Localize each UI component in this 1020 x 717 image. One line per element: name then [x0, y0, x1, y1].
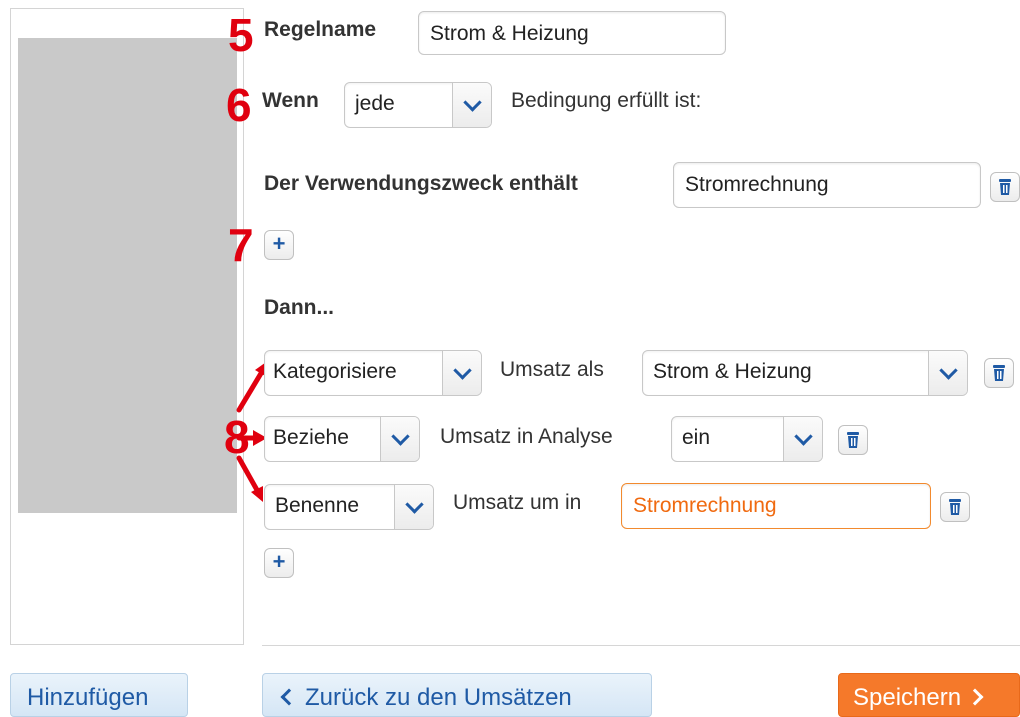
- marker-6: 6: [226, 79, 252, 131]
- action-verb-value: Kategorisiere: [273, 360, 397, 383]
- condition-mode-value: jede: [355, 92, 395, 115]
- chevron-down-icon[interactable]: [783, 417, 822, 461]
- marker-7: 7: [228, 219, 254, 271]
- add-condition-button[interactable]: +: [264, 230, 294, 260]
- trash-icon: [999, 179, 1011, 195]
- condition-mode-select[interactable]: jede: [344, 82, 492, 128]
- category-value: Strom & Heizung: [653, 360, 812, 383]
- trash-icon: [993, 365, 1005, 381]
- chevron-right-icon: [966, 688, 984, 706]
- rule-name-input[interactable]: Strom & Heizung: [418, 11, 726, 55]
- trash-icon: [949, 499, 961, 515]
- then-heading: Dann...: [264, 296, 335, 319]
- action-verb-select[interactable]: Kategorisiere: [264, 350, 482, 396]
- analysis-value: ein: [682, 426, 711, 449]
- marker-5: 5: [228, 9, 254, 61]
- plus-icon: +: [272, 549, 286, 574]
- chevron-down-icon[interactable]: [452, 83, 491, 127]
- condition-value-input[interactable]: Stromrechnung: [673, 162, 981, 208]
- add-button[interactable]: Hinzufügen: [10, 673, 188, 717]
- back-label: Zurück zu den Umsätzen: [305, 684, 572, 711]
- footer-divider: [262, 645, 1020, 646]
- category-select[interactable]: Strom & Heizung: [642, 350, 968, 396]
- trash-icon: [847, 432, 859, 448]
- delete-action-button[interactable]: [838, 425, 868, 455]
- chevron-left-icon: [280, 688, 298, 706]
- plus-icon: +: [272, 231, 286, 256]
- action-text: Umsatz um in: [453, 491, 582, 514]
- delete-condition-button[interactable]: [990, 172, 1020, 202]
- action-verb-select[interactable]: Beziehe: [264, 416, 420, 462]
- delete-action-button[interactable]: [984, 358, 1014, 388]
- save-button[interactable]: Speichern: [838, 673, 1020, 717]
- chevron-down-icon[interactable]: [442, 351, 481, 395]
- action-text: Umsatz in Analyse: [440, 425, 613, 448]
- analysis-select[interactable]: ein: [671, 416, 823, 462]
- back-to-transactions-button[interactable]: Zurück zu den Umsätzen: [262, 673, 652, 717]
- action-verb-select[interactable]: Benenne: [264, 484, 434, 530]
- action-verb-value: Benenne: [275, 494, 360, 517]
- delete-action-button[interactable]: [940, 492, 970, 522]
- chevron-down-icon[interactable]: [928, 351, 967, 395]
- condition-mode-prefix: Wenn: [262, 89, 319, 112]
- condition-mode-suffix: Bedingung erfüllt ist:: [511, 89, 702, 112]
- chevron-down-icon[interactable]: [394, 485, 433, 529]
- chevron-down-icon[interactable]: [380, 417, 419, 461]
- rule-name-label: Regelname: [264, 18, 377, 41]
- action-verb-value: Beziehe: [273, 426, 349, 449]
- condition-label: Der Verwendungszweck enthält: [264, 172, 578, 195]
- save-label: Speichern: [853, 684, 962, 711]
- rename-input[interactable]: Stromrechnung: [621, 483, 931, 529]
- action-text: Umsatz als: [500, 358, 604, 381]
- image-placeholder: [18, 38, 237, 513]
- add-action-button[interactable]: +: [264, 548, 294, 578]
